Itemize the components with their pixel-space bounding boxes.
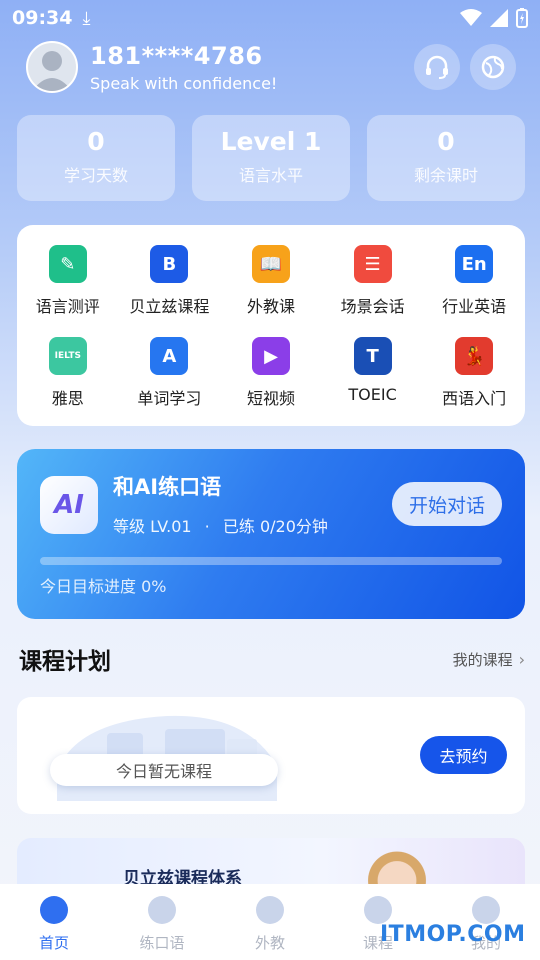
berlitz-b-icon: B	[150, 245, 189, 283]
feature-label: TOEIC	[348, 385, 397, 404]
language-switch-button[interactable]	[470, 44, 516, 90]
ielts-icon: IELTS	[48, 337, 87, 375]
feature-label: 贝立兹课程	[129, 297, 210, 316]
course-check-icon	[364, 896, 392, 924]
feature-item[interactable]: 💃 西语入门	[423, 327, 525, 419]
chat-bubble-icon: ☰	[353, 245, 392, 283]
feature-item[interactable]: ✎ 语言测评	[17, 235, 119, 327]
globe-icon	[481, 55, 505, 79]
stat-language-level[interactable]: Level 1 语言水平	[192, 115, 350, 201]
feature-item[interactable]: ▶ 短视频	[220, 327, 322, 419]
stat-value: 0	[87, 127, 105, 156]
ai-practice-subtitle: 等级 LV.01 · 已练 0/20分钟	[113, 513, 328, 537]
daily-progress-bar	[40, 557, 502, 565]
pen-note-icon: ✎	[48, 245, 87, 283]
stats-row: 0 学习天数 Level 1 语言水平 0 剩余课时	[17, 115, 525, 201]
profile-header: 181****4786 Speak with confidence!	[26, 40, 516, 94]
feature-label: 雅思	[51, 389, 84, 408]
user-motto: Speak with confidence!	[90, 73, 278, 93]
feature-label: 短视频	[246, 389, 295, 408]
avatar[interactable]	[26, 41, 78, 93]
download-icon: ⤓	[82, 7, 91, 29]
en-bubble-icon: En	[455, 245, 494, 283]
section-title: 课程计划	[19, 649, 111, 675]
status-bar: 09:34 ⤓	[0, 0, 540, 36]
spanish-dancer-icon: 💃	[455, 337, 494, 375]
signal-icon	[490, 9, 508, 27]
stat-remaining-hours[interactable]: 0 剩余课时	[367, 115, 525, 201]
wifi-icon	[460, 9, 482, 26]
teacher-icon	[256, 896, 284, 924]
my-courses-label: 我的课程	[452, 650, 513, 669]
feature-label: 西语入门	[442, 389, 507, 408]
course-plan-card: 今日暂无课程 去预约	[17, 697, 525, 814]
stat-value: 0	[437, 127, 455, 156]
stat-study-days[interactable]: 0 学习天数	[17, 115, 175, 201]
feature-grid: ✎ 语言测评 B 贝立兹课程 📖 外教课 ☰ 场景会话 En 行业英语 IELTS 雅思 A 单词学习 ▶ 短…	[17, 225, 525, 426]
battery-icon	[516, 8, 528, 28]
start-conversation-button[interactable]: 开始对话	[392, 482, 502, 526]
profile-info: 181****4786 Speak with confidence!	[90, 42, 277, 93]
daily-progress-label: 今日目标进度 0%	[40, 577, 167, 596]
ai-practice-title: 和AI练口语	[113, 475, 222, 499]
default-avatar-icon	[32, 51, 72, 91]
letter-a-icon: A	[150, 337, 189, 375]
empty-state-label: 今日暂无课程	[50, 754, 278, 786]
home-icon	[40, 896, 68, 924]
feature-label: 语言测评	[35, 297, 100, 316]
profile-actions	[414, 44, 516, 90]
tab-label: 首页	[38, 934, 69, 952]
tab-label: 练口语	[139, 934, 185, 952]
feature-label: 外教课	[246, 297, 295, 316]
stat-label: 学习天数	[63, 166, 128, 185]
open-book-icon: 📖	[251, 245, 290, 283]
tab-label: 外教	[254, 934, 285, 952]
feature-label: 场景会话	[340, 297, 405, 316]
feature-label: 单词学习	[137, 389, 202, 408]
ai-separator: ·	[204, 517, 210, 536]
book-class-button[interactable]: 去预约	[420, 736, 507, 774]
ai-logo-icon: AI	[40, 476, 98, 534]
site-watermark: ITMOP.COM	[380, 922, 526, 947]
stat-label: 语言水平	[238, 166, 303, 185]
course-plan-header: 课程计划 我的课程 ›	[19, 642, 525, 676]
stat-label: 剩余课时	[413, 166, 478, 185]
feature-item[interactable]: B 贝立兹课程	[119, 235, 221, 327]
feature-item[interactable]: A 单词学习	[119, 327, 221, 419]
my-courses-link[interactable]: 我的课程 ›	[453, 649, 525, 670]
feature-item[interactable]: ☰ 场景会话	[322, 235, 424, 327]
video-play-icon: ▶	[251, 337, 290, 375]
ai-practice-card[interactable]: AI 和AI练口语 等级 LV.01 · 已练 0/20分钟 开始对话 今日目标…	[17, 449, 525, 619]
chevron-right-icon: ›	[518, 649, 525, 669]
toeic-globe-icon: T	[353, 337, 392, 375]
tab-item[interactable]: 外教	[216, 884, 324, 960]
ai-speech-icon	[148, 896, 176, 924]
feature-item[interactable]: IELTS 雅思	[17, 327, 119, 419]
ai-practiced-minutes: 已练 0/20分钟	[222, 517, 328, 536]
tab-item[interactable]: 首页	[0, 884, 108, 960]
stat-value: Level 1	[220, 127, 322, 156]
profile-face-icon	[472, 896, 500, 924]
status-time: 09:34	[12, 7, 73, 29]
feature-item[interactable]: En 行业英语	[423, 235, 525, 327]
ai-level: 等级 LV.01	[113, 517, 192, 536]
headset-icon	[426, 55, 448, 79]
feature-item[interactable]: 📖 外教课	[220, 235, 322, 327]
customer-service-button[interactable]	[414, 44, 460, 90]
tab-item[interactable]: 练口语	[108, 884, 216, 960]
ai-logo-text: AI	[54, 490, 84, 520]
feature-item[interactable]: T TOEIC	[322, 327, 424, 419]
user-phone: 181****4786	[90, 41, 263, 70]
status-icons	[460, 8, 528, 28]
feature-label: 行业英语	[442, 297, 507, 316]
